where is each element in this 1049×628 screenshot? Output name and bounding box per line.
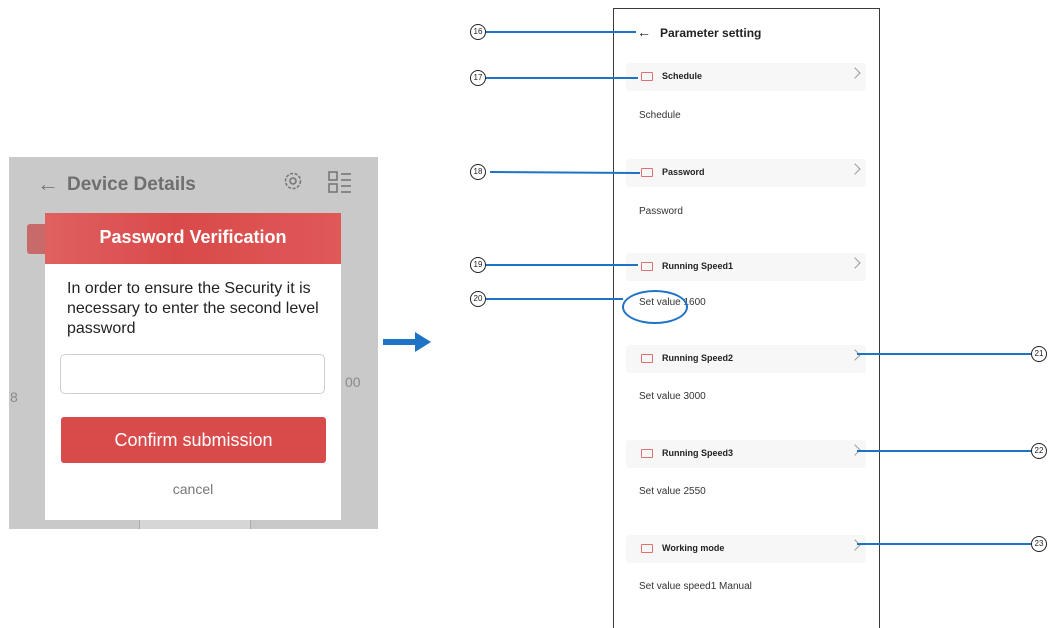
back-arrow-icon[interactable]: ← [637, 24, 651, 40]
chart-icon [641, 354, 653, 363]
chevron-right-icon [849, 257, 861, 269]
password-verification-dialog: Password Verification In order to ensure… [45, 213, 341, 520]
page-title: Parameter setting [660, 26, 762, 40]
row-label: Schedule [662, 71, 703, 81]
row-working-mode[interactable]: Working mode [626, 535, 866, 563]
row-value: Set value 3000 [639, 391, 706, 402]
background-value-right: 00 [345, 374, 361, 390]
row-label: Working mode [662, 543, 725, 553]
chevron-right-icon [849, 67, 861, 79]
callout-line-16 [486, 31, 636, 33]
row-label: Running Speed1 [662, 261, 734, 271]
callout-19: 19 [470, 257, 486, 273]
row-running-speed2[interactable]: Running Speed2 [626, 345, 866, 373]
row-value: Password [639, 206, 683, 217]
row-label: Running Speed2 [662, 353, 734, 363]
callout-line-23 [857, 543, 1032, 545]
row-running-speed1[interactable]: Running Speed1 [626, 253, 866, 281]
right-arrow-icon [383, 332, 431, 352]
gear-icon[interactable] [281, 169, 305, 193]
dialog-message: In order to ensure the Security it is ne… [67, 280, 319, 337]
row-value: Set value 2550 [639, 486, 706, 497]
password-input[interactable] [60, 354, 325, 394]
chevron-right-icon [849, 349, 861, 361]
page-title: Device Details [67, 174, 196, 195]
device-details-header: ← Device Details [9, 157, 378, 212]
callout-line-22 [857, 450, 1032, 452]
callout-line-21 [857, 353, 1032, 355]
chart-icon [641, 262, 653, 271]
back-arrow-icon[interactable]: ← [37, 171, 59, 197]
callout-line-18 [489, 171, 641, 175]
callout-17: 17 [470, 70, 486, 86]
menu-list-icon[interactable] [327, 169, 353, 195]
chart-icon [641, 168, 653, 177]
chart-icon [641, 544, 653, 553]
callout-line-20 [486, 298, 623, 300]
chevron-right-icon [849, 539, 861, 551]
callout-18: 18 [470, 164, 486, 180]
callout-23: 23 [1031, 536, 1047, 552]
callout-line-19 [486, 264, 638, 266]
row-value: Schedule [639, 110, 681, 121]
background-value-left: 8 [10, 389, 18, 405]
row-label: Running Speed3 [662, 448, 734, 458]
row-schedule[interactable]: Schedule [626, 63, 866, 91]
cancel-button[interactable]: cancel [45, 481, 341, 497]
callout-16: 16 [470, 24, 486, 40]
dialog-header: Password Verification [45, 213, 341, 264]
chevron-right-icon [849, 163, 861, 175]
row-label: Password [662, 167, 705, 177]
highlight-circle [622, 290, 688, 324]
row-running-speed3[interactable]: Running Speed3 [626, 440, 866, 468]
callout-22: 22 [1031, 443, 1047, 459]
row-password[interactable]: Password [626, 159, 866, 187]
chart-icon [641, 449, 653, 458]
callout-21: 21 [1031, 346, 1047, 362]
row-value: Set value speed1 Manual [639, 581, 752, 592]
device-details-screen: ← Device Details 8 00 Password Verificat… [9, 157, 378, 529]
chart-icon [641, 72, 653, 81]
confirm-submission-button[interactable]: Confirm submission [61, 417, 326, 463]
dialog-title: Password Verification [99, 227, 287, 247]
callout-20: 20 [470, 291, 486, 307]
callout-line-17 [486, 77, 638, 79]
